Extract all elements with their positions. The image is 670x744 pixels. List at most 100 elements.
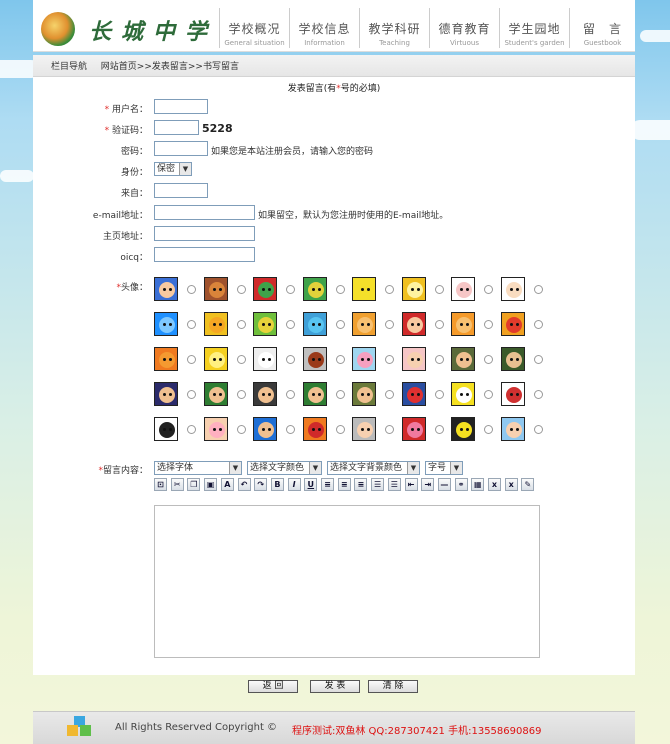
avatar-radio[interactable] xyxy=(236,320,246,329)
avatar-radio[interactable] xyxy=(335,320,345,329)
nav-item-teaching[interactable]: 教学科研 Teaching xyxy=(359,8,429,48)
content-row: *留言内容： 选择字体 ▼ 选择文字颜色 ▼ 选择文字背景颜色 ▼ 字号 ▼ xyxy=(33,460,635,478)
avatar-radio[interactable] xyxy=(286,355,295,364)
avatar-radio[interactable] xyxy=(236,390,246,399)
paste-icon[interactable]: ▣ xyxy=(204,478,218,491)
nav-item-general[interactable]: 学校概况 General situation xyxy=(219,8,289,48)
avatar-radio[interactable] xyxy=(187,320,196,329)
submit-button[interactable]: 发 表 xyxy=(310,680,360,693)
avatar-radio[interactable] xyxy=(385,320,394,329)
avatar-radio[interactable] xyxy=(335,390,345,399)
avatar-radio[interactable] xyxy=(434,355,444,364)
avatar-radio[interactable] xyxy=(236,425,246,434)
subscript-icon[interactable]: x xyxy=(504,478,518,491)
ordered-list-icon[interactable]: ☰ xyxy=(371,478,385,491)
avatar-option-icon xyxy=(401,277,426,301)
avatar-face xyxy=(258,282,274,298)
avatar-radio[interactable] xyxy=(236,355,246,364)
identity-select[interactable]: 保密 ▼ xyxy=(154,162,192,176)
avatar-radio[interactable] xyxy=(533,285,543,294)
nav-item-students-garden[interactable]: 学生园地 Student's garden xyxy=(499,8,569,48)
avatar-radio[interactable] xyxy=(335,285,345,294)
avatar-radio[interactable] xyxy=(385,390,394,399)
avatar-radio[interactable] xyxy=(187,390,196,399)
nav-item-guestbook[interactable]: 留 言 Guestbook xyxy=(569,8,635,48)
breadcrumb-home-link[interactable]: 网站首页 xyxy=(101,62,137,72)
text-color-select[interactable]: 选择文字颜色 ▼ xyxy=(247,461,322,475)
avatar-radio[interactable] xyxy=(533,390,543,399)
bold-icon[interactable]: B xyxy=(270,478,284,491)
align-right-icon[interactable]: ≡ xyxy=(354,478,368,491)
avatar-radio[interactable] xyxy=(484,320,493,329)
italic-icon[interactable]: I xyxy=(287,478,301,491)
avatar-radio[interactable] xyxy=(236,285,246,294)
horizontal-rule-icon[interactable]: — xyxy=(437,478,451,491)
text-color-icon[interactable]: A xyxy=(220,478,234,491)
avatar-radio[interactable] xyxy=(434,320,444,329)
text-bgcolor-select[interactable]: 选择文字背景颜色 ▼ xyxy=(327,461,420,475)
avatar-radio[interactable] xyxy=(187,285,196,294)
email-input[interactable] xyxy=(154,205,255,220)
avatar-eye xyxy=(466,288,469,291)
avatar-radio[interactable] xyxy=(385,355,394,364)
avatar-radio[interactable] xyxy=(484,425,493,434)
nav-item-information[interactable]: 学校信息 Information xyxy=(289,8,359,48)
captcha-input[interactable] xyxy=(154,120,199,135)
undo-icon[interactable]: ↶ xyxy=(237,478,251,491)
select-all-icon[interactable]: ⊡ xyxy=(154,478,167,491)
avatar-radio[interactable] xyxy=(533,320,543,329)
avatar-eye xyxy=(509,323,513,326)
avatar-face xyxy=(159,282,175,298)
avatar-radio[interactable] xyxy=(385,425,394,434)
password-input[interactable] xyxy=(154,141,208,156)
avatar-radio[interactable] xyxy=(187,425,196,434)
avatar-radio[interactable] xyxy=(385,285,394,294)
nav-sublabel: Student's garden xyxy=(504,39,565,47)
outdent-icon[interactable]: ⇤ xyxy=(404,478,418,491)
avatar-radio[interactable] xyxy=(434,285,444,294)
clear-button[interactable]: 清 除 xyxy=(368,680,418,693)
insert-link-icon[interactable]: ⚭ xyxy=(454,478,468,491)
align-left-icon[interactable]: ≡ xyxy=(321,478,334,491)
avatar-radio[interactable] xyxy=(286,390,295,399)
avatar-radio[interactable] xyxy=(335,355,345,364)
avatar-radio[interactable] xyxy=(484,355,493,364)
avatar-radio[interactable] xyxy=(187,355,196,364)
avatar-radio[interactable] xyxy=(533,425,543,434)
underline-icon[interactable]: U xyxy=(304,478,318,491)
message-editor[interactable] xyxy=(154,505,540,658)
superscript-icon[interactable]: x xyxy=(488,478,501,491)
back-button[interactable]: 返 回 xyxy=(248,680,298,693)
font-select[interactable]: 选择字体 ▼ xyxy=(154,461,242,475)
from-input[interactable] xyxy=(154,183,208,198)
nav-item-virtuous[interactable]: 德育教育 Virtuous xyxy=(429,8,499,48)
breadcrumb-section-link[interactable]: 发表留言 xyxy=(152,62,188,72)
avatar-eye xyxy=(416,428,420,431)
avatar-eye xyxy=(367,323,370,326)
avatar-radio[interactable] xyxy=(335,425,345,434)
font-size-select[interactable]: 字号 ▼ xyxy=(425,461,463,475)
avatar-radio[interactable] xyxy=(484,390,493,399)
redo-icon[interactable]: ↷ xyxy=(254,478,268,491)
pencil-icon[interactable]: ✎ xyxy=(521,478,535,491)
homepage-input[interactable] xyxy=(154,226,255,241)
avatar-radio[interactable] xyxy=(286,285,295,294)
avatar-option-icon xyxy=(451,277,475,301)
avatar-radio[interactable] xyxy=(286,320,295,329)
cut-icon[interactable]: ✂ xyxy=(170,478,184,491)
avatar-radio[interactable] xyxy=(533,355,543,364)
nav-sublabel: Teaching xyxy=(379,39,410,47)
avatar-radio[interactable] xyxy=(484,285,493,294)
breadcrumb-label: 栏目导航 xyxy=(51,62,88,72)
avatar-radio[interactable] xyxy=(434,425,444,434)
align-center-icon[interactable]: ≡ xyxy=(337,478,351,491)
indent-icon[interactable]: ⇥ xyxy=(421,478,435,491)
unordered-list-icon[interactable]: ☰ xyxy=(387,478,401,491)
avatar-radio[interactable] xyxy=(286,425,295,434)
avatar-radio[interactable] xyxy=(434,390,444,399)
oicq-input[interactable] xyxy=(154,247,255,262)
username-input[interactable] xyxy=(154,99,208,114)
copy-icon[interactable]: ❐ xyxy=(187,478,201,491)
avatar-option-icon xyxy=(253,312,277,336)
insert-image-icon[interactable]: ▦ xyxy=(471,478,485,491)
